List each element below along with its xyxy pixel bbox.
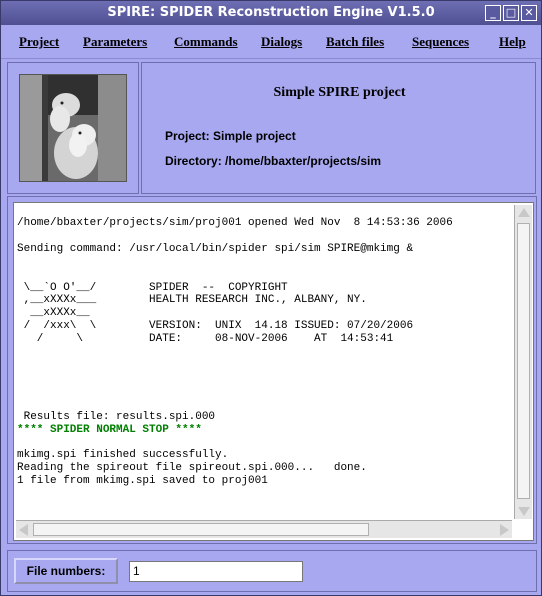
- menu-project[interactable]: Project: [19, 34, 59, 50]
- window-title: SPIRE: SPIDER Reconstruction Engine V1.5…: [107, 5, 435, 20]
- file-numbers-bar: File numbers: 1: [7, 550, 537, 592]
- log-line: 1 file from mkimg.spi saved to proj001: [17, 475, 268, 488]
- menu-sequences[interactable]: Sequences: [412, 34, 469, 50]
- menu-help[interactable]: Help: [499, 34, 526, 50]
- project-header: Simple SPIRE project Project: Simple pro…: [7, 62, 536, 194]
- scroll-down-icon[interactable]: [518, 507, 530, 516]
- spire-window: SPIRE: SPIDER Reconstruction Engine V1.5…: [0, 0, 542, 596]
- log-line: Reading the spireout file spireout.spi.0…: [17, 462, 367, 475]
- log-stop-line: **** SPIDER NORMAL STOP ****: [17, 423, 202, 436]
- project-name: Project: Simple project: [165, 129, 296, 143]
- scroll-right-icon[interactable]: [500, 524, 509, 536]
- menu-batch-files[interactable]: Batch files: [326, 34, 384, 50]
- menu-parameters[interactable]: Parameters: [83, 34, 147, 50]
- project-image-frame: [7, 62, 139, 194]
- menu-bar: Project Parameters Commands Dialogs Batc…: [1, 25, 541, 59]
- menu-dialogs[interactable]: Dialogs: [261, 34, 302, 50]
- project-directory: Directory: /home/bbaxter/projects/sim: [165, 154, 382, 168]
- log-line: /home/bbaxter/projects/sim/proj001 opene…: [17, 217, 453, 229]
- file-numbers-button[interactable]: File numbers:: [14, 558, 118, 584]
- log-line: ,__xXXXx___ HEALTH RESEARCH INC., ALBANY…: [17, 294, 367, 307]
- horizontal-scrollbar[interactable]: [16, 520, 512, 538]
- log-output[interactable]: /home/bbaxter/projects/sim/proj001 opene…: [13, 202, 534, 541]
- maximize-button[interactable]: □: [503, 5, 519, 21]
- log-line: mkimg.spi finished successfully.: [17, 449, 229, 462]
- sheep-photo: [19, 74, 127, 182]
- scroll-up-icon[interactable]: [518, 208, 530, 217]
- project-title: Simple SPIRE project: [273, 85, 406, 100]
- menu-commands[interactable]: Commands: [174, 34, 238, 50]
- log-line: / /xxx\ \ VERSION: UNIX 14.18 ISSUED: 07…: [17, 320, 414, 333]
- scroll-left-icon[interactable]: [19, 524, 28, 536]
- minimize-button[interactable]: _: [485, 5, 501, 21]
- horizontal-scroll-thumb[interactable]: [33, 523, 369, 536]
- log-text: /home/bbaxter/projects/sim/proj001 opene…: [17, 217, 509, 517]
- log-line: \__`O O'__/ SPIDER -- COPYRIGHT: [17, 281, 288, 294]
- vertical-scroll-thumb[interactable]: [517, 223, 530, 499]
- log-line: Sending command: /usr/local/bin/spider s…: [17, 242, 414, 255]
- log-line: / \ DATE: 08-NOV-2006 AT 14:53:41: [17, 333, 394, 346]
- title-bar[interactable]: SPIRE: SPIDER Reconstruction Engine V1.5…: [1, 1, 541, 25]
- log-panel: /home/bbaxter/projects/sim/proj001 opene…: [7, 196, 537, 544]
- file-numbers-input[interactable]: 1: [129, 561, 303, 582]
- log-line: Results file: results.spi.000: [17, 410, 216, 423]
- close-button[interactable]: ✕: [521, 5, 537, 21]
- window-controls: _ □ ✕: [485, 5, 537, 21]
- vertical-scrollbar[interactable]: [514, 205, 532, 519]
- log-line: __xXXXx__: [17, 307, 90, 320]
- project-info: Simple SPIRE project Project: Simple pro…: [141, 62, 536, 194]
